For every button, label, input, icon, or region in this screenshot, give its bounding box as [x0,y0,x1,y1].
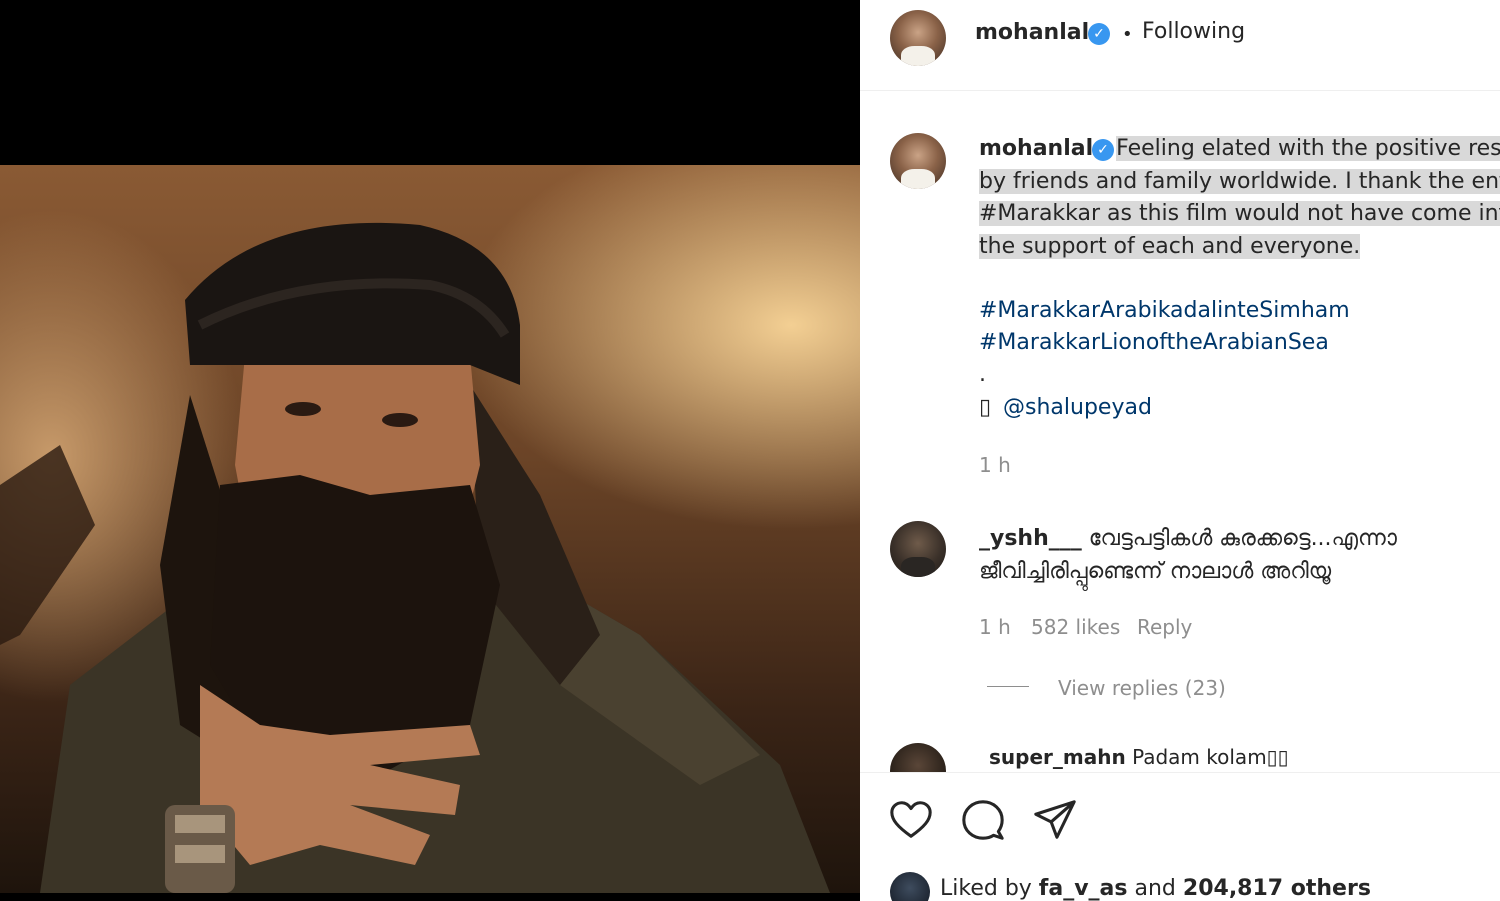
verified-badge-icon: ✓ [1088,23,1110,45]
credit-icon: ▯ [979,395,992,420]
liked-by-middle: and [1127,876,1183,901]
bearded-man-illustration [0,222,830,893]
heart-icon[interactable] [888,797,934,843]
header-avatar[interactable] [890,10,946,66]
header-divider [860,90,1500,91]
post-detail-panel: mohanlal ✓ • Following mohanlal Feeling … [860,0,1500,901]
commenter-username[interactable]: _yshh___ [979,526,1082,551]
comment-likes[interactable]: 582 likes [1031,615,1120,639]
header-separator: • [1122,24,1133,45]
next-comment: super_mahn Padam kolam▯▯ [989,745,1289,769]
replies-divider [987,686,1029,687]
liked-by-summary: Liked by fa_v_as and 204,817 others [940,876,1371,901]
caption-verified-badge-icon: ✓ [1092,139,1114,161]
comment-text: _yshh___ വേട്ടപട്ടികൾ കുരക്കട്ടെ...എന്നാ… [979,522,1500,588]
comment-line-1: വേട്ടപട്ടികൾ കുരക്കട്ടെ...എന്നാ [1088,526,1397,551]
caption-username[interactable]: mohanlal [979,136,1093,161]
hashtag-link-2[interactable]: #MarakkarLionoftheArabianSea [979,330,1329,355]
comment-reply-button[interactable]: Reply [1137,615,1192,639]
comment-line-2: ജീവിച്ചിരിപ്പുണ്ടെന്ന് നാലാൾ അറിയൂ [979,559,1332,584]
header-username[interactable]: mohanlal [975,20,1089,45]
view-replies-button[interactable]: View replies (23) [1058,676,1226,700]
liked-by-user[interactable]: fa_v_as [1039,876,1128,901]
liked-by-prefix: Liked by [940,876,1039,901]
next-comment-text: Padam kolam▯▯ [1132,745,1289,769]
caption-timestamp[interactable]: 1 h [979,453,1011,477]
next-commenter-username[interactable]: super_mahn [989,745,1126,769]
caption-line-1: Feeling elated with the positive res [1116,136,1500,161]
comment-icon[interactable] [960,797,1006,843]
hashtag-link-1[interactable]: #MarakkarArabikadalinteSimham [979,298,1350,323]
liked-by-avatar[interactable] [890,872,930,901]
following-button[interactable]: Following [1142,19,1245,44]
caption-line-3: #Marakkar as this film would not have co… [979,201,1500,226]
post-media[interactable] [0,0,860,901]
credit-mention-link[interactable]: @shalupeyad [1003,395,1152,420]
caption-dot: . [979,362,986,387]
comment-timestamp[interactable]: 1 h [979,615,1011,639]
commenter-avatar[interactable] [890,521,946,577]
caption-line-4: the support of each and everyone. [979,233,1361,259]
liked-by-count[interactable]: 204,817 others [1183,876,1371,901]
post-photo [0,165,860,893]
caption-avatar[interactable] [890,133,946,189]
share-icon[interactable] [1032,797,1078,843]
actions-divider [860,772,1500,773]
caption-line-2: by friends and family worldwide. I thank… [979,168,1500,194]
